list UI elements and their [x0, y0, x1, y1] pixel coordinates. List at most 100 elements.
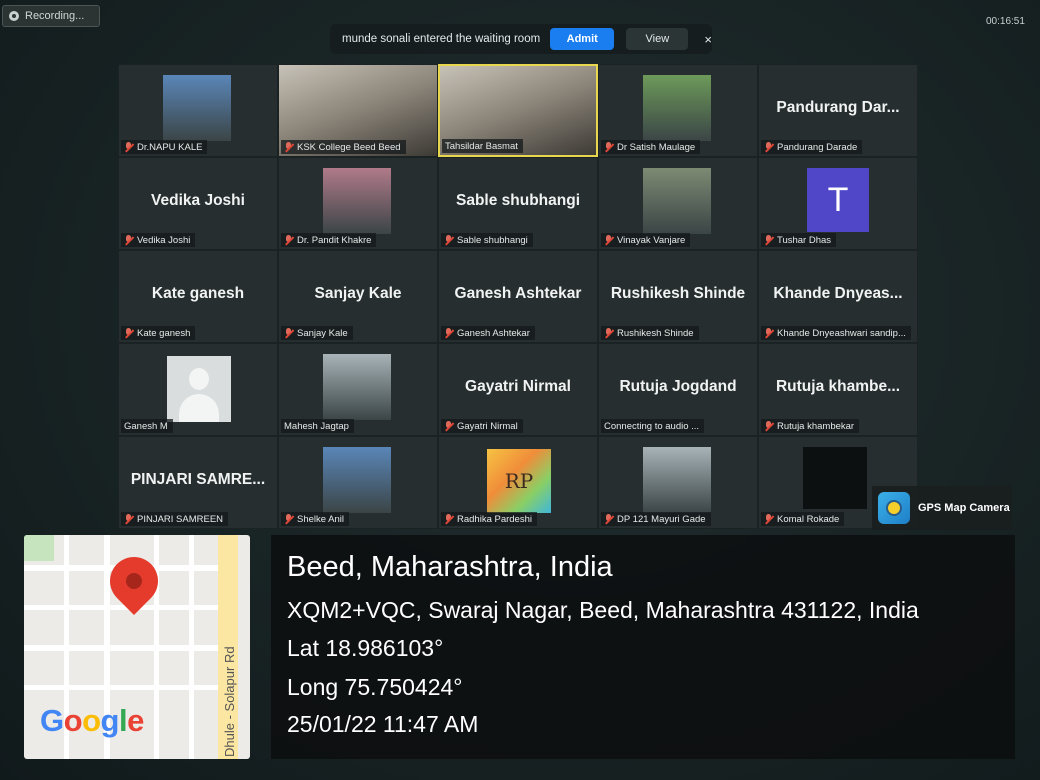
participant-name-label: Sanjay Kale	[281, 326, 353, 340]
view-button[interactable]: View	[626, 28, 689, 50]
map-road-label: Dhule - Solapur Rd	[222, 646, 237, 757]
participant-tile[interactable]: Khande Dnyeas... Khande Dnyeashwari sandi…	[758, 250, 918, 343]
participant-name: Ganesh Ashtekar	[457, 327, 530, 339]
muted-mic-icon	[764, 421, 773, 431]
muted-mic-icon	[604, 142, 613, 152]
muted-mic-icon	[284, 514, 293, 524]
participant-name-label: Vinayak Vanjare	[601, 233, 691, 247]
participant-tile[interactable]: Kate ganesh Kate ganesh	[118, 250, 278, 343]
participant-display-name: Gayatri Nirmal	[465, 378, 571, 395]
google-logo: Google	[40, 703, 144, 738]
participant-name: Komal Rokade	[777, 513, 840, 525]
participant-name: Vedika Joshi	[137, 234, 191, 246]
participant-name: Khande Dnyeashwari sandip...	[777, 327, 906, 339]
recording-label: Recording...	[25, 10, 85, 22]
participant-tile[interactable]: Mahesh Jagtap	[278, 343, 438, 436]
muted-mic-icon	[444, 328, 453, 338]
waiting-room-message: munde sonali entered the waiting room	[342, 33, 541, 45]
participant-name-label: DP 121 Mayuri Gade	[601, 512, 711, 526]
muted-mic-icon	[124, 142, 133, 152]
muted-mic-icon	[284, 328, 293, 338]
participant-name: Rutuja khambekar	[777, 420, 855, 432]
muted-mic-icon	[764, 328, 773, 338]
participant-display-name: Kate ganesh	[151, 285, 245, 302]
participant-name-label: Kate ganesh	[121, 326, 196, 340]
participant-tile[interactable]: Rushikesh Shinde Rushikesh Shinde	[598, 250, 758, 343]
participant-tile[interactable]: Pandurang Dar... Pandurang Darade	[758, 64, 918, 157]
participant-name: DP 121 Mayuri Gade	[617, 513, 706, 525]
participant-name-label: Ganesh M	[121, 419, 173, 433]
admit-button[interactable]: Admit	[550, 28, 615, 50]
participant-tile[interactable]: RP Radhika Pardeshi	[438, 436, 598, 529]
gps-location: Beed, Maharashtra, India	[287, 551, 613, 583]
participant-tile[interactable]: Rutuja Jogdand Connecting to audio ...	[598, 343, 758, 436]
participant-display-name: Sable shubhangi	[455, 192, 580, 209]
gps-camera-icon	[878, 492, 910, 524]
participant-name: Kate ganesh	[137, 327, 191, 339]
participant-tile[interactable]: Gayatri Nirmal Gayatri Nirmal	[438, 343, 598, 436]
participant-tile[interactable]: Vinayak Vanjare	[598, 157, 758, 250]
muted-mic-icon	[764, 514, 773, 524]
participant-name-label: Rutuja khambekar	[761, 419, 860, 433]
participant-name-label: Khande Dnyeashwari sandip...	[761, 326, 911, 340]
meeting-timer: 00:16:51	[986, 16, 1025, 27]
participant-name: Radhika Pardeshi	[457, 513, 532, 525]
participant-tile[interactable]: Sanjay Kale Sanjay Kale	[278, 250, 438, 343]
participant-tile[interactable]: Dr.NAPU KALE	[118, 64, 278, 157]
muted-mic-icon	[444, 514, 453, 524]
participant-display-name: Vedika Joshi	[151, 192, 245, 209]
participant-tile[interactable]: PINJARI SAMRE... PINJARI SAMREEN	[118, 436, 278, 529]
participant-tile[interactable]: Ganesh Ashtekar Ganesh Ashtekar	[438, 250, 598, 343]
participant-tile[interactable]: KSK College Beed Beed	[278, 64, 438, 157]
participant-name-label: Dr Satish Maulage	[601, 140, 701, 154]
participant-tile[interactable]: Ganesh M	[118, 343, 278, 436]
participant-name: Dr Satish Maulage	[617, 141, 696, 153]
participant-name-label: Shelke Anil	[281, 512, 350, 526]
participant-display-name: Sanjay Kale	[314, 285, 402, 302]
recording-icon	[9, 11, 19, 21]
muted-mic-icon	[764, 235, 773, 245]
participant-tile[interactable]: Tahsildar Basmat	[438, 64, 598, 157]
participant-tile[interactable]: Vedika Joshi Vedika Joshi	[118, 157, 278, 250]
participant-photo	[643, 168, 711, 234]
participant-name-label: Vedika Joshi	[121, 233, 196, 247]
participant-photo	[803, 447, 867, 509]
participant-logo: RP	[487, 449, 551, 513]
muted-mic-icon	[604, 514, 613, 524]
gps-latitude: Lat 18.986103°	[287, 635, 444, 661]
participant-tile[interactable]: Rutuja khambe... Rutuja khambekar	[758, 343, 918, 436]
participant-name-label: Tushar Dhas	[761, 233, 837, 247]
participant-name: PINJARI SAMREEN	[137, 513, 224, 525]
participant-tile[interactable]: DP 121 Mayuri Gade	[598, 436, 758, 529]
participant-name-label: Sable shubhangi	[441, 233, 533, 247]
participant-photo	[643, 75, 711, 141]
close-icon[interactable]: ×	[704, 32, 712, 47]
participant-name-label: PINJARI SAMREEN	[121, 512, 229, 526]
participant-name: Mahesh Jagtap	[284, 420, 349, 432]
participant-display-name: Rushikesh Shinde	[610, 285, 746, 302]
participant-name-label: Dr. Pandit Khakre	[281, 233, 377, 247]
participant-name-label: Mahesh Jagtap	[281, 419, 354, 433]
participant-tile[interactable]: Dr Satish Maulage	[598, 64, 758, 157]
gps-datetime: 25/01/22 11:47 AM	[287, 711, 479, 737]
muted-mic-icon	[284, 142, 293, 152]
participant-name: Rushikesh Shinde	[617, 327, 694, 339]
participant-name-label: Radhika Pardeshi	[441, 512, 537, 526]
participant-name: Gayatri Nirmal	[457, 420, 518, 432]
participant-name-label: Gayatri Nirmal	[441, 419, 523, 433]
participant-photo	[323, 168, 391, 234]
participant-name: Dr. Pandit Khakre	[297, 234, 372, 246]
participant-gallery: Dr.NAPU KALE KSK College Beed Beed Tahsild…	[118, 64, 918, 530]
participant-tile[interactable]: Dr. Pandit Khakre	[278, 157, 438, 250]
muted-mic-icon	[604, 328, 613, 338]
muted-mic-icon	[444, 421, 453, 431]
gps-longitude: Long 75.750424°	[287, 674, 463, 700]
participant-tile[interactable]: Sable shubhangi Sable shubhangi	[438, 157, 598, 250]
recording-indicator[interactable]: Recording...	[2, 5, 100, 27]
participant-name: Vinayak Vanjare	[617, 234, 686, 246]
participant-name-label: Pandurang Darade	[761, 140, 863, 154]
participant-tile[interactable]: T Tushar Dhas	[758, 157, 918, 250]
participant-tile[interactable]: Shelke Anil	[278, 436, 438, 529]
muted-mic-icon	[124, 235, 133, 245]
participant-name: Connecting to audio ...	[604, 420, 700, 432]
